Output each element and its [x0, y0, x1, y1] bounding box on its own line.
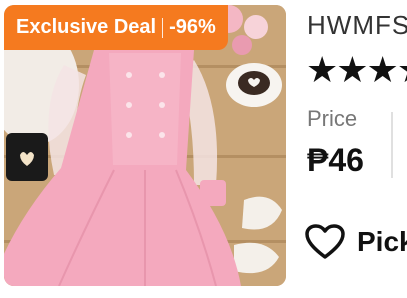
price-label: Price [307, 106, 358, 131]
brand-name[interactable]: HWMFS [307, 10, 407, 41]
product-image[interactable]: Exclusive Deal -96% [4, 5, 286, 286]
discount-label: -96% [169, 16, 216, 38]
price-value: ₱46 [307, 142, 364, 178]
pick-label: Pick [357, 226, 407, 257]
column-divider [391, 112, 393, 178]
exclusive-deal-badge: Exclusive Deal -96% [4, 5, 228, 50]
product-card[interactable]: Exclusive Deal -96% HWMFS ★★★★ Price ₱46… [0, 0, 407, 298]
deal-label: Exclusive Deal [16, 16, 157, 38]
rating-stars: ★★★★ [306, 49, 407, 90]
badge-separator [162, 17, 164, 38]
heart-outline-icon[interactable] [305, 224, 345, 260]
pick-button[interactable]: Pick [305, 224, 407, 260]
